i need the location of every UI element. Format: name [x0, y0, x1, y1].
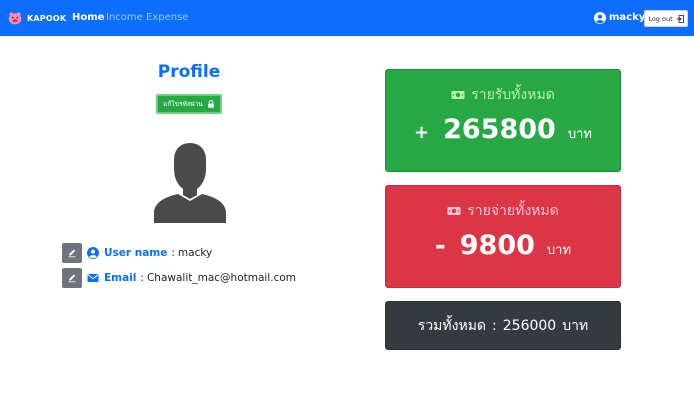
- money-icon: [451, 91, 465, 99]
- logout-icon: [676, 14, 684, 23]
- email-row: Email : Chawalit_mac@hotmail.com: [62, 268, 296, 288]
- pencil-icon: [68, 274, 76, 283]
- expense-amount-line: - 9800 บาท: [386, 230, 620, 261]
- grand-total-card: รวมทั้งหมด : 256000 บาท: [385, 301, 621, 350]
- expense-sign: -: [434, 231, 446, 261]
- change-password-label: แก้ไขรหัสผ่าน: [163, 100, 203, 108]
- top-navbar: KAPOOK Home Income Expense macky Log out: [0, 0, 694, 36]
- email-separator: :: [140, 272, 144, 284]
- logout-label: Log out: [648, 14, 673, 23]
- user-circle-icon: [594, 12, 606, 24]
- nav-home-link[interactable]: Home: [72, 12, 104, 23]
- expense-amount: 9800: [459, 230, 535, 261]
- income-amount-line: + 265800 บาท: [386, 114, 620, 145]
- total-income-card: รายรับทั้งหมด + 265800 บาท: [385, 69, 621, 172]
- total-expense-card: รายจ่ายทั้งหมด - 9800 บาท: [385, 185, 621, 288]
- money-icon: [447, 207, 461, 215]
- change-password-button[interactable]: แก้ไขรหัสผ่าน: [156, 94, 222, 114]
- edit-username-button[interactable]: [62, 243, 82, 263]
- income-sign: +: [414, 122, 430, 143]
- logout-button[interactable]: Log out: [644, 10, 688, 27]
- username-separator: :: [171, 247, 175, 259]
- grand-total-line: รวมทั้งหมด : 256000 บาท: [418, 315, 588, 337]
- username-row: User name : macky: [62, 243, 212, 263]
- brand-name: KAPOOK: [27, 13, 67, 23]
- lock-icon: [207, 100, 214, 108]
- grand-total-unit: บาท: [562, 317, 589, 334]
- grand-total-label: รวมทั้งหมด: [417, 317, 487, 334]
- username-label: User name: [104, 247, 168, 259]
- profile-title: Profile: [157, 62, 221, 82]
- piggy-bank-icon: [8, 12, 22, 25]
- income-card-title: รายรับทั้งหมด: [471, 87, 555, 103]
- income-amount: 265800: [443, 114, 556, 145]
- income-unit: บาท: [567, 127, 592, 142]
- avatar: [154, 143, 226, 223]
- username-value: macky: [177, 247, 213, 259]
- grand-total-separator: :: [492, 317, 497, 334]
- email-label: Email: [104, 272, 137, 284]
- navbar-username[interactable]: macky: [609, 12, 645, 23]
- expense-card-heading: รายจ่ายทั้งหมด: [386, 200, 620, 222]
- pencil-icon: [68, 249, 76, 258]
- expense-unit: บาท: [546, 243, 572, 258]
- income-card-heading: รายรับทั้งหมด: [386, 84, 620, 106]
- expense-card-title: รายจ่ายทั้งหมด: [467, 203, 559, 219]
- edit-email-button[interactable]: [62, 268, 82, 288]
- envelope-icon: [87, 274, 99, 282]
- email-value: Chawalit_mac@hotmail.com: [146, 272, 296, 284]
- user-circle-icon: [87, 247, 99, 259]
- nav-income-link[interactable]: Income: [106, 12, 143, 23]
- nav-expense-link[interactable]: Expense: [146, 12, 188, 23]
- brand[interactable]: KAPOOK: [6, 8, 66, 28]
- grand-total-amount: 256000: [502, 317, 557, 334]
